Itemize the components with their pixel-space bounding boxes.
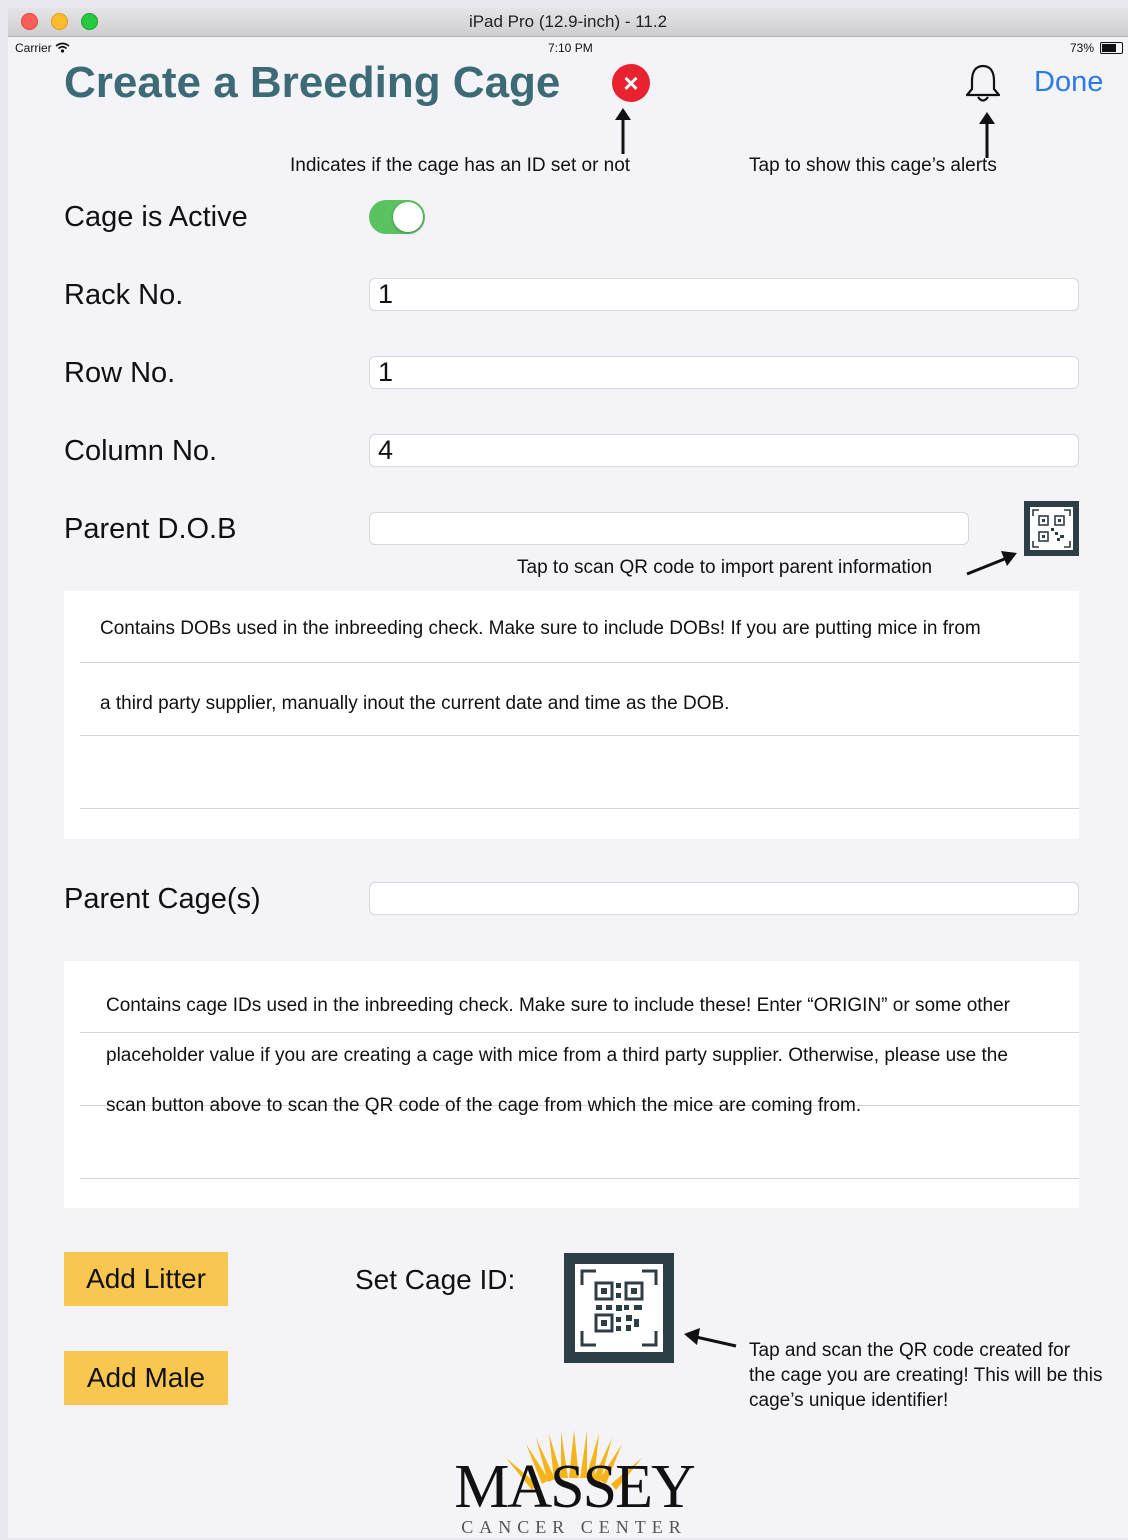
list-item: placeholder value if you are creating a … bbox=[106, 1045, 1008, 1066]
arrow-left-icon bbox=[684, 1328, 737, 1348]
set-cage-id-qr-button[interactable] bbox=[564, 1253, 674, 1363]
divider bbox=[80, 808, 1079, 809]
divider bbox=[80, 1032, 1079, 1033]
parent-dob-field[interactable] bbox=[369, 512, 969, 545]
scan-parent-annotation: Tap to scan QR code to import parent inf… bbox=[517, 557, 933, 578]
add-male-button[interactable]: Add Male bbox=[64, 1351, 228, 1405]
simulator-title-bar: iPad Pro (12.9-inch) - 11.2 bbox=[8, 8, 1128, 37]
logo-subtitle: CANCER CENTER bbox=[461, 1517, 687, 1537]
id-status-icon: × bbox=[612, 64, 650, 102]
status-carrier: Carrier bbox=[15, 41, 70, 55]
column-number-field[interactable]: 4 bbox=[369, 434, 1079, 467]
done-button[interactable]: Done bbox=[1034, 66, 1103, 99]
toggle-knob bbox=[393, 202, 423, 232]
scan-parent-qr-button[interactable] bbox=[1024, 501, 1079, 556]
divider bbox=[80, 662, 1079, 663]
parent-cages-label: Parent Cage(s) bbox=[64, 883, 261, 915]
parent-cages-list[interactable]: Contains cage IDs used in the inbreeding… bbox=[64, 961, 1079, 1208]
massey-logo: MASSEY CANCER CENTER bbox=[444, 1420, 704, 1540]
row-number-field[interactable]: 1 bbox=[369, 356, 1079, 389]
arrow-icon bbox=[966, 551, 1017, 576]
status-time: 7:10 PM bbox=[548, 41, 593, 55]
arrow-up-icon bbox=[615, 108, 631, 154]
parent-cages-field[interactable] bbox=[369, 882, 1079, 915]
wifi-icon bbox=[55, 42, 70, 53]
rack-label: Rack No. bbox=[64, 279, 184, 311]
divider bbox=[80, 735, 1079, 736]
set-cage-id-annotation-2: the cage you are creating! This will be … bbox=[749, 1365, 1103, 1386]
arrow-up-icon bbox=[979, 112, 995, 158]
add-litter-button[interactable]: Add Litter bbox=[64, 1252, 228, 1306]
status-battery-percent: 73% bbox=[1070, 41, 1095, 55]
parent-dob-label: Parent D.O.B bbox=[64, 513, 237, 545]
set-cage-id-annotation-3: cage’s unique identifier! bbox=[749, 1390, 949, 1411]
simulator-title: iPad Pro (12.9-inch) - 11.2 bbox=[468, 12, 668, 31]
page-title: Create a Breeding Cage bbox=[64, 58, 561, 107]
divider bbox=[80, 1178, 1079, 1179]
bell-icon[interactable] bbox=[963, 62, 1003, 106]
logo-name: MASSEY bbox=[454, 1453, 696, 1521]
set-cage-id-label: Set Cage ID: bbox=[355, 1264, 516, 1295]
list-item: Contains DOBs used in the inbreeding che… bbox=[100, 618, 981, 639]
cage-active-label: Cage is Active bbox=[64, 201, 248, 233]
id-indicator-annotation: Indicates if the cage has an ID set or n… bbox=[290, 155, 631, 176]
column-label: Column No. bbox=[64, 435, 218, 467]
set-cage-id-annotation-1: Tap and scan the QR code created for bbox=[749, 1340, 1071, 1361]
list-item: scan button above to scan the QR code of… bbox=[106, 1095, 862, 1116]
carrier-label: Carrier bbox=[15, 41, 52, 55]
parent-dob-list[interactable]: Contains DOBs used in the inbreeding che… bbox=[64, 591, 1079, 839]
list-item: a third party supplier, manually inout t… bbox=[100, 693, 730, 714]
row-label: Row No. bbox=[64, 357, 176, 389]
rack-number-field[interactable]: 1 bbox=[369, 278, 1079, 311]
simulator-window: iPad Pro (12.9-inch) - 11.2 Carrier 7:10… bbox=[8, 8, 1128, 1538]
alerts-annotation: Tap to show this cage’s alerts bbox=[749, 155, 997, 176]
list-item: Contains cage IDs used in the inbreeding… bbox=[106, 995, 1011, 1016]
battery-icon bbox=[1100, 42, 1123, 54]
cage-active-toggle[interactable] bbox=[369, 200, 425, 234]
